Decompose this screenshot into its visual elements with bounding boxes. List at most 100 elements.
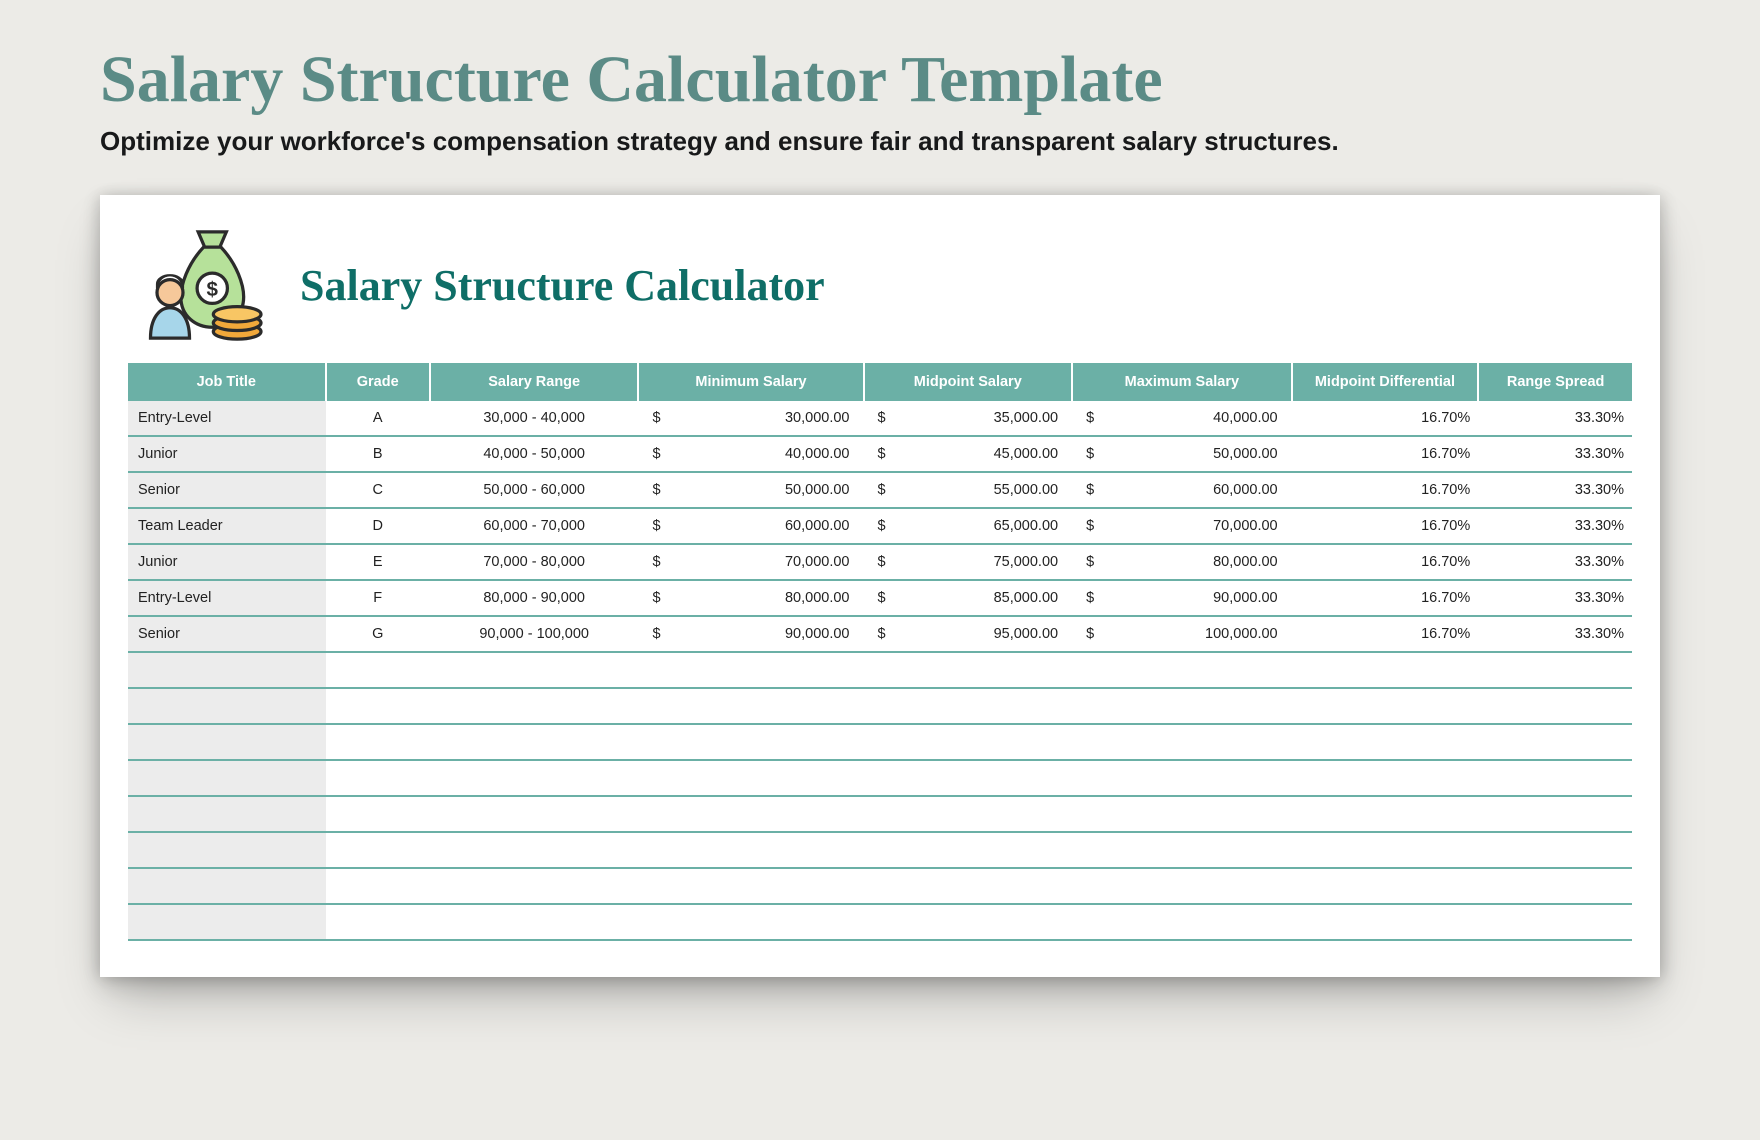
cell-empty[interactable] bbox=[326, 688, 430, 724]
cell-maximum-salary[interactable]: $70,000.00 bbox=[1072, 508, 1292, 544]
cell-midpoint-differential[interactable]: 16.70% bbox=[1292, 580, 1479, 616]
cell-salary-range[interactable]: 40,000 - 50,000 bbox=[430, 436, 639, 472]
cell-minimum-salary[interactable]: $60,000.00 bbox=[638, 508, 863, 544]
cell-minimum-salary[interactable]: $50,000.00 bbox=[638, 472, 863, 508]
cell-empty[interactable] bbox=[1478, 688, 1632, 724]
cell-empty[interactable] bbox=[326, 832, 430, 868]
cell-empty[interactable] bbox=[128, 724, 326, 760]
cell-job-title[interactable]: Senior bbox=[128, 616, 326, 652]
cell-empty[interactable] bbox=[1478, 832, 1632, 868]
cell-empty[interactable] bbox=[1292, 868, 1479, 904]
cell-job-title[interactable]: Senior bbox=[128, 472, 326, 508]
cell-salary-range[interactable]: 60,000 - 70,000 bbox=[430, 508, 639, 544]
cell-midpoint-salary[interactable]: $75,000.00 bbox=[864, 544, 1073, 580]
cell-empty[interactable] bbox=[1072, 724, 1292, 760]
cell-midpoint-salary[interactable]: $85,000.00 bbox=[864, 580, 1073, 616]
cell-midpoint-differential[interactable]: 16.70% bbox=[1292, 544, 1479, 580]
cell-salary-range[interactable]: 80,000 - 90,000 bbox=[430, 580, 639, 616]
cell-empty[interactable] bbox=[430, 760, 639, 796]
cell-grade[interactable]: E bbox=[326, 544, 430, 580]
cell-empty[interactable] bbox=[638, 904, 863, 940]
cell-range-spread[interactable]: 33.30% bbox=[1478, 544, 1632, 580]
cell-empty[interactable] bbox=[1292, 760, 1479, 796]
cell-grade[interactable]: G bbox=[326, 616, 430, 652]
cell-midpoint-differential[interactable]: 16.70% bbox=[1292, 472, 1479, 508]
cell-midpoint-differential[interactable]: 16.70% bbox=[1292, 616, 1479, 652]
cell-minimum-salary[interactable]: $30,000.00 bbox=[638, 401, 863, 436]
cell-empty[interactable] bbox=[326, 760, 430, 796]
cell-empty[interactable] bbox=[638, 832, 863, 868]
cell-empty[interactable] bbox=[430, 652, 639, 688]
cell-grade[interactable]: F bbox=[326, 580, 430, 616]
cell-grade[interactable]: B bbox=[326, 436, 430, 472]
cell-empty[interactable] bbox=[638, 688, 863, 724]
cell-empty[interactable] bbox=[1292, 832, 1479, 868]
cell-empty[interactable] bbox=[430, 724, 639, 760]
cell-range-spread[interactable]: 33.30% bbox=[1478, 436, 1632, 472]
cell-maximum-salary[interactable]: $90,000.00 bbox=[1072, 580, 1292, 616]
cell-empty[interactable] bbox=[326, 724, 430, 760]
cell-midpoint-salary[interactable]: $55,000.00 bbox=[864, 472, 1073, 508]
cell-empty[interactable] bbox=[1478, 868, 1632, 904]
cell-maximum-salary[interactable]: $100,000.00 bbox=[1072, 616, 1292, 652]
cell-empty[interactable] bbox=[1072, 760, 1292, 796]
cell-empty[interactable] bbox=[864, 796, 1073, 832]
cell-midpoint-differential[interactable]: 16.70% bbox=[1292, 401, 1479, 436]
cell-midpoint-salary[interactable]: $65,000.00 bbox=[864, 508, 1073, 544]
cell-empty[interactable] bbox=[1292, 652, 1479, 688]
cell-empty[interactable] bbox=[638, 724, 863, 760]
cell-empty[interactable] bbox=[638, 652, 863, 688]
cell-minimum-salary[interactable]: $70,000.00 bbox=[638, 544, 863, 580]
cell-range-spread[interactable]: 33.30% bbox=[1478, 508, 1632, 544]
cell-salary-range[interactable]: 30,000 - 40,000 bbox=[430, 401, 639, 436]
cell-empty[interactable] bbox=[128, 796, 326, 832]
cell-midpoint-salary[interactable]: $45,000.00 bbox=[864, 436, 1073, 472]
cell-job-title[interactable]: Entry-Level bbox=[128, 580, 326, 616]
cell-empty[interactable] bbox=[430, 688, 639, 724]
cell-empty[interactable] bbox=[430, 868, 639, 904]
cell-empty[interactable] bbox=[1292, 724, 1479, 760]
cell-empty[interactable] bbox=[1478, 760, 1632, 796]
cell-empty[interactable] bbox=[128, 652, 326, 688]
cell-empty[interactable] bbox=[864, 904, 1073, 940]
cell-empty[interactable] bbox=[864, 760, 1073, 796]
cell-empty[interactable] bbox=[1478, 904, 1632, 940]
cell-range-spread[interactable]: 33.30% bbox=[1478, 580, 1632, 616]
cell-empty[interactable] bbox=[326, 868, 430, 904]
cell-empty[interactable] bbox=[1478, 652, 1632, 688]
cell-empty[interactable] bbox=[638, 760, 863, 796]
cell-salary-range[interactable]: 50,000 - 60,000 bbox=[430, 472, 639, 508]
cell-empty[interactable] bbox=[864, 652, 1073, 688]
cell-maximum-salary[interactable]: $50,000.00 bbox=[1072, 436, 1292, 472]
cell-grade[interactable]: D bbox=[326, 508, 430, 544]
cell-midpoint-salary[interactable]: $35,000.00 bbox=[864, 401, 1073, 436]
cell-midpoint-differential[interactable]: 16.70% bbox=[1292, 508, 1479, 544]
cell-range-spread[interactable]: 33.30% bbox=[1478, 401, 1632, 436]
cell-salary-range[interactable]: 90,000 - 100,000 bbox=[430, 616, 639, 652]
cell-range-spread[interactable]: 33.30% bbox=[1478, 616, 1632, 652]
cell-empty[interactable] bbox=[128, 832, 326, 868]
cell-empty[interactable] bbox=[638, 868, 863, 904]
cell-empty[interactable] bbox=[1292, 904, 1479, 940]
cell-empty[interactable] bbox=[1292, 688, 1479, 724]
cell-empty[interactable] bbox=[864, 832, 1073, 868]
cell-minimum-salary[interactable]: $90,000.00 bbox=[638, 616, 863, 652]
cell-empty[interactable] bbox=[326, 796, 430, 832]
cell-salary-range[interactable]: 70,000 - 80,000 bbox=[430, 544, 639, 580]
cell-minimum-salary[interactable]: $80,000.00 bbox=[638, 580, 863, 616]
cell-empty[interactable] bbox=[128, 760, 326, 796]
cell-job-title[interactable]: Junior bbox=[128, 436, 326, 472]
cell-empty[interactable] bbox=[1292, 796, 1479, 832]
cell-empty[interactable] bbox=[1072, 904, 1292, 940]
cell-minimum-salary[interactable]: $40,000.00 bbox=[638, 436, 863, 472]
cell-empty[interactable] bbox=[128, 904, 326, 940]
cell-grade[interactable]: A bbox=[326, 401, 430, 436]
cell-empty[interactable] bbox=[864, 868, 1073, 904]
cell-empty[interactable] bbox=[1072, 868, 1292, 904]
cell-maximum-salary[interactable]: $80,000.00 bbox=[1072, 544, 1292, 580]
cell-empty[interactable] bbox=[864, 724, 1073, 760]
cell-empty[interactable] bbox=[128, 688, 326, 724]
cell-midpoint-salary[interactable]: $95,000.00 bbox=[864, 616, 1073, 652]
cell-empty[interactable] bbox=[1478, 796, 1632, 832]
cell-maximum-salary[interactable]: $40,000.00 bbox=[1072, 401, 1292, 436]
